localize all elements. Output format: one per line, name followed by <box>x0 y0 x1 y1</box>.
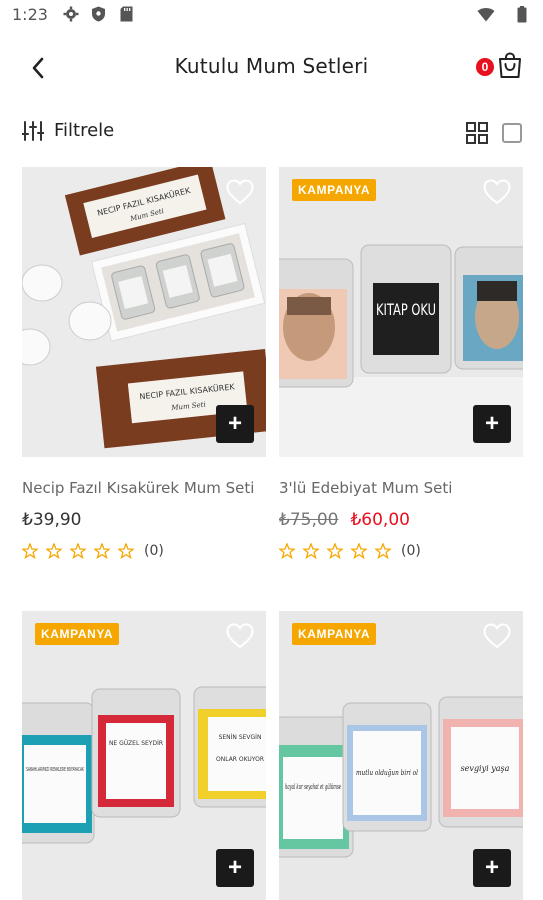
product-image[interactable]: hayal kur seyahat et gülümse mutlu olduğ… <box>279 611 523 900</box>
rating-row: (0) <box>22 543 164 559</box>
cart-count-badge: 0 <box>474 56 496 78</box>
price-row: ₺75,00 ₺60,00 <box>279 510 410 530</box>
star-icon <box>22 543 38 559</box>
add-to-cart-button[interactable]: + <box>216 849 254 887</box>
filter-label: Filtrele <box>54 120 115 141</box>
wifi-icon <box>477 5 495 23</box>
candle-label-text: mutlu olduğun biri ol <box>356 769 418 777</box>
star-icon <box>351 543 367 559</box>
star-icon <box>327 543 343 559</box>
shopping-bag-icon <box>499 52 521 78</box>
plus-icon: + <box>227 854 242 881</box>
grid-icon <box>466 122 488 144</box>
star-icon <box>118 543 134 559</box>
star-icon <box>375 543 391 559</box>
product-name[interactable]: 3'lü Edebiyat Mum Seti <box>279 479 452 497</box>
settings-icon <box>62 5 80 23</box>
candle-label-text: sevgiyi yaşa <box>461 764 510 773</box>
campaign-badge: KAMPANYA <box>292 179 377 201</box>
plus-icon: + <box>484 854 499 881</box>
price-row: ₺39,90 <box>22 510 81 530</box>
page-title: Kutulu Mum Setleri <box>174 54 369 78</box>
star-icon <box>303 543 319 559</box>
candle-label-text: hayal kur seyahat et gülümse <box>285 783 341 791</box>
status-bar: 1:23 <box>0 0 543 28</box>
sliders-icon <box>22 120 44 141</box>
star-icon <box>279 543 295 559</box>
star-icon <box>70 543 86 559</box>
add-to-cart-button[interactable]: + <box>473 849 511 887</box>
candle-label-text: ONLAR OKUYOR <box>216 756 264 763</box>
review-count: (0) <box>144 543 164 559</box>
star-icon <box>46 543 62 559</box>
shield-icon <box>90 5 108 23</box>
rating-row: (0) <box>279 543 421 559</box>
candle-label-text: NE GÜZEL SEYDİR <box>109 740 163 747</box>
product-image[interactable]: KITAP OKU KAMPANYA + <box>279 167 523 457</box>
candle-label-text: SENİN SEVGİN <box>219 734 262 741</box>
candle-label-text: SABAHLARIMIZI RENKLERE BOYAYACAK <box>26 767 84 773</box>
status-time: 1:23 <box>12 4 48 24</box>
cart-button[interactable]: 0 <box>474 52 524 82</box>
plus-icon: + <box>484 410 499 437</box>
product-image[interactable]: NECIP FAZIL KISAKÜREK Mum Seti NECIP FAZ… <box>22 167 266 457</box>
product-price: ₺39,90 <box>22 510 82 530</box>
filter-bar: Filtrele <box>0 112 543 152</box>
heart-icon[interactable] <box>483 179 511 205</box>
sd-card-icon <box>118 5 136 23</box>
add-to-cart-button[interactable]: + <box>216 405 254 443</box>
campaign-badge: KAMPANYA <box>292 623 377 645</box>
product-name[interactable]: Necip Fazıl Kısakürek Mum Seti <box>22 479 254 497</box>
product-old-price: ₺75,00 <box>279 510 339 530</box>
review-count: (0) <box>401 543 421 559</box>
filter-button[interactable]: Filtrele <box>22 120 114 141</box>
candle-label-text: KITAP OKU <box>376 300 436 319</box>
heart-icon[interactable] <box>226 179 254 205</box>
product-image[interactable]: SABAHLARIMIZI RENKLERE BOYAYACAK NE GÜZE… <box>22 611 266 900</box>
add-to-cart-button[interactable]: + <box>473 405 511 443</box>
heart-icon[interactable] <box>226 623 254 649</box>
star-icon <box>94 543 110 559</box>
battery-icon <box>513 5 531 23</box>
campaign-badge: KAMPANYA <box>35 623 120 645</box>
heart-icon[interactable] <box>483 623 511 649</box>
app-bar: Kutulu Mum Setleri 0 <box>0 40 543 94</box>
product-sale-price: ₺60,00 <box>350 510 410 530</box>
plus-icon: + <box>227 410 242 437</box>
list-view-toggle[interactable] <box>502 123 522 143</box>
grid-view-toggle[interactable] <box>466 122 488 144</box>
